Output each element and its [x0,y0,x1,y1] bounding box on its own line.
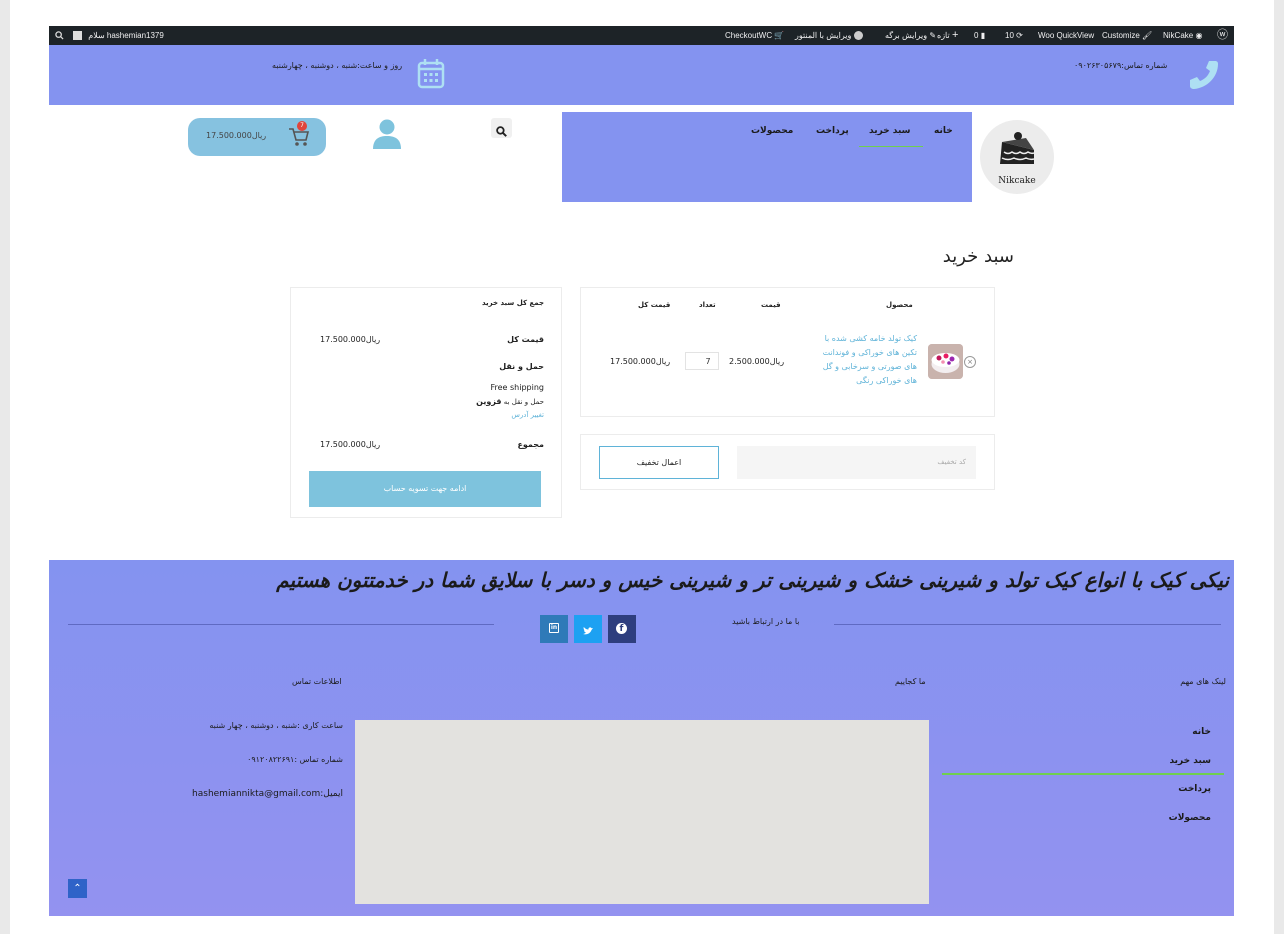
admin-comments[interactable]: 0 ▮ [974,26,985,45]
admin-customize[interactable]: Customize 🖌 [1102,26,1152,45]
admin-updates[interactable]: 10 ⟳ [1005,26,1023,45]
total-label: مجموع [517,440,544,449]
table-row: × کیک تولد خامه کشی شده با تکین های خورا… [581,324,994,414]
menu-item-checkout[interactable]: پرداخت [816,126,849,136]
admin-account-menu[interactable]: سلام hashemian1379 [73,26,164,45]
page-title: سبد خرید [942,246,1014,267]
phone-text: شماره تماس:۰۹۰۲۶۳۰۵۶۷۹ [1074,61,1168,70]
admin-edit-page[interactable]: ویرایش برگه ✎ [885,26,936,45]
column-header-product: محصول [886,301,913,309]
divider-right [834,624,1221,625]
shipping-method: Free shipping [490,383,544,392]
product-subtotal: 17.500.000ریال [610,357,671,366]
work-hours-text: ساعت کاری :شنبه ، دوشنبه ، چهار شنبه [209,721,343,730]
where-we-are-heading: ما کجاییم [895,677,926,686]
calendar-icon [417,57,445,93]
menu-item-cart[interactable]: سبد خرید [869,126,911,136]
linkedin-button[interactable]: in [540,615,568,643]
twitter-button[interactable] [574,615,602,643]
subtotal-label: قیمت کل [507,335,544,344]
coupon-code-input[interactable]: کد تخفیف [737,446,976,479]
column-header-price: قیمت [761,301,781,309]
footer-link-cart[interactable]: سبد خرید [1169,756,1211,766]
contact-info-heading: اطلاعات تماس [292,677,342,686]
pencil-icon: ✎ [929,31,937,40]
column-header-subtotal: قیمت کل [638,301,671,309]
map-embed[interactable] [355,720,929,904]
change-address-link[interactable]: تغییر آدرس [511,411,544,419]
total-value: 17.500.000ریال [320,440,381,449]
admin-woo-quickview[interactable]: Woo QuickView [1038,26,1094,45]
admin-checkoutwc[interactable]: CheckoutWC 🛒 [725,26,784,45]
elementor-icon [853,31,863,41]
cart-icon: 🛒 [774,31,785,40]
chevron-up-icon: ⌃ [73,883,82,894]
apply-coupon-button[interactable]: اعمال تخفیف [599,446,719,479]
logo-text: Nikcake [998,176,1036,186]
admin-site-name[interactable]: NikCake ◉ [1163,26,1202,45]
cart-totals: جمع کل سبد خرید قیمت کل 17.500.000ریال ح… [290,287,562,518]
subtotal-value: 17.500.000ریال [320,335,381,344]
shipping-destination: حمل و نقل به قزوین [476,397,544,406]
product-name-link[interactable]: کیک تولد خامه کشی شده با تکین های خوراکی… [771,332,917,388]
divider-left [68,624,494,625]
header-search-button[interactable] [491,118,512,138]
facebook-button[interactable]: f [608,615,636,643]
linkedin-icon: in [549,623,559,633]
cart-count-badge: 7 [297,121,307,131]
search-icon[interactable] [55,26,64,45]
working-hours-text: روز و ساعت:شنبه ، دوشنبه ، چهارشنبه [272,61,403,70]
scroll-to-top-button[interactable]: ⌃ [68,879,87,898]
top-info-bar: روز و ساعت:شنبه ، دوشنبه ، چهارشنبه شمار… [49,45,1234,105]
cart-icon [288,127,310,151]
header-cart-total: 17.500.000ریال [206,131,267,140]
footer-active-underline [942,773,1224,775]
cart-totals-title: جمع کل سبد خرید [481,299,544,307]
footer-link-checkout[interactable]: پرداخت [1178,784,1211,794]
footer-phone-text: شماره تماس :۰۹۱۲۰۸۲۲۶۹۱ [247,755,343,764]
dashboard-icon: ◉ [1195,31,1203,40]
site-logo[interactable]: Nikcake [980,120,1054,194]
header-cart-button[interactable]: 17.500.000ریال 7 [188,118,326,156]
contact-us-heading: با ما در ارتباط باشید [732,617,800,626]
menu-item-home[interactable]: خانه [934,126,953,136]
refresh-icon: ⟳ [1016,31,1023,40]
quantity-input[interactable]: 7 [685,352,719,370]
wordpress-logo-icon[interactable]: ⓦ [1217,26,1228,45]
phone-icon [1187,57,1221,95]
admin-edit-elementor[interactable]: ویرایش با المنتور [795,26,863,45]
footer-link-products[interactable]: محصولات [1169,813,1211,823]
main-menu: خانه سبد خرید پرداخت محصولات [562,112,972,202]
admin-bar: سلام hashemian1379 CheckoutWC 🛒 ویرایش ب… [49,26,1234,45]
column-header-quantity: تعداد [699,301,716,309]
footer-link-home[interactable]: خانه [1192,727,1211,737]
important-links-heading: لینک های مهم [1180,677,1226,686]
brush-icon: 🖌 [1142,31,1153,40]
facebook-icon: f [616,623,627,634]
cart-table: محصول قیمت تعداد قیمت کل × کیک تولد خامه… [580,287,995,417]
plus-icon: + [951,29,959,41]
coupon-row: کد تخفیف اعمال تخفیف [580,434,995,490]
twitter-icon [582,622,594,641]
comment-icon: ▮ [980,31,986,40]
footer-slogan: نیکی کیک با انواع کیک تولد و شیرینی خشک … [276,568,1229,592]
avatar [73,31,82,41]
admin-new[interactable]: تازه + [937,26,958,45]
search-icon [496,122,507,141]
menu-item-products[interactable]: محصولات [751,126,793,136]
proceed-to-checkout-button[interactable]: ادامه جهت تسویه حساب [309,471,541,507]
account-icon[interactable] [372,118,402,154]
product-thumbnail[interactable] [928,344,963,379]
admin-greeting: سلام hashemian1379 [88,31,164,40]
product-price: 2.500.000ریال [729,357,785,366]
remove-item-icon[interactable]: × [964,356,976,368]
cake-logo-icon [996,128,1038,174]
menu-active-underline [859,146,923,147]
shipping-label: حمل و نقل [499,362,544,371]
footer-email-text: hashemiannikta@gmail.com:ایمیل [192,789,343,799]
